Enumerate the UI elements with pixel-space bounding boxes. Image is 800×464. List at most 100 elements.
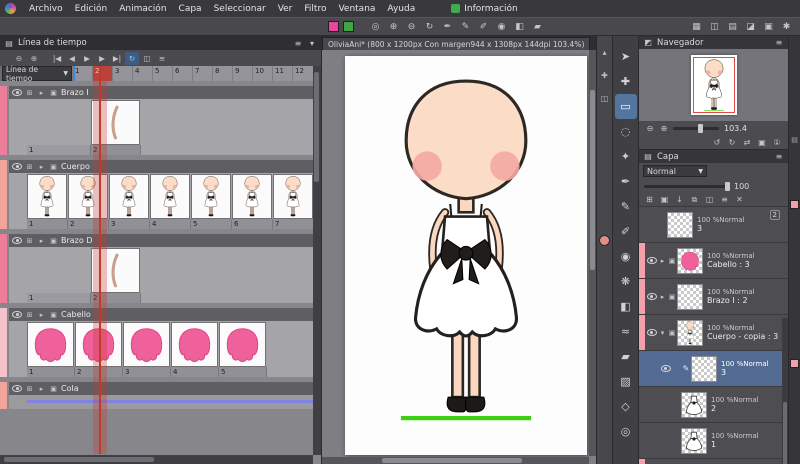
loop-icon[interactable]: ↻	[125, 52, 139, 65]
layer-row[interactable]: 100 %Normal1	[639, 423, 788, 459]
gradient-tool[interactable]: ▨	[615, 369, 637, 394]
playhead[interactable]	[99, 66, 101, 454]
animation-cel[interactable]: 1	[27, 173, 68, 229]
scrollbar-thumb[interactable]	[382, 458, 522, 463]
blend-mode-select[interactable]: Normal ▼	[643, 165, 707, 177]
timeline-zoom-out-icon[interactable]: ⊖	[12, 52, 26, 65]
move-tool[interactable]: ✚	[615, 69, 637, 94]
app-logo-icon[interactable]	[5, 3, 16, 14]
fit-to-screen-icon[interactable]: ▣	[756, 137, 768, 148]
close-icon[interactable]: ×	[589, 40, 590, 49]
actual-size-icon[interactable]: ①	[771, 137, 783, 148]
menu-item-ver[interactable]: Ver	[272, 2, 299, 16]
frame-cell-1[interactable]: 1	[72, 66, 92, 81]
layer-visibility-toggle[interactable]	[645, 293, 658, 300]
prev-frame-icon[interactable]: ◀	[65, 52, 79, 65]
airbrush-tool-icon[interactable]: ◉	[494, 20, 509, 34]
expand-arrow-icon[interactable]: ▸	[37, 311, 46, 319]
onion-skin-icon[interactable]: ◫	[140, 52, 154, 65]
blend-tool[interactable]: ≈	[615, 319, 637, 344]
menu-item-animacion[interactable]: Animación	[113, 2, 172, 16]
animation-cel[interactable]: 1	[27, 247, 91, 303]
go-to-start-icon[interactable]: |◀	[50, 52, 64, 65]
grid-icon[interactable]: ▤	[725, 20, 740, 34]
fill-tool-icon[interactable]: ▰	[530, 20, 545, 34]
frame-cell-11[interactable]: 11	[272, 66, 292, 81]
menu-item-archivo[interactable]: Archivo	[23, 2, 69, 16]
layer-row[interactable]: 100 %Normal32	[639, 207, 788, 243]
layer-visible-icon[interactable]	[12, 385, 22, 392]
timeline-zoom-in-icon[interactable]: ⊕	[27, 52, 41, 65]
new-folder-icon[interactable]: ▣	[658, 194, 671, 206]
document-tab[interactable]: OliviaAni* (800 x 1200px Con margen944 x…	[322, 37, 590, 50]
opacity-slider[interactable]	[644, 185, 730, 188]
expand-arrow-icon[interactable]: ▸	[37, 89, 46, 97]
zoom-slider-thumb[interactable]	[698, 124, 703, 133]
nav-zoom-out-icon[interactable]: ⊖	[644, 123, 656, 134]
eraser-tool-icon[interactable]: ◧	[512, 20, 527, 34]
rotate-left-icon[interactable]: ↺	[711, 137, 723, 148]
animation-cel[interactable]: 1	[27, 321, 75, 377]
layer-row[interactable]: 100 %Normal2	[639, 387, 788, 423]
marquee-tool[interactable]: ▭	[615, 94, 637, 119]
opacity-slider-thumb[interactable]	[725, 182, 730, 191]
menu-item-capa[interactable]: Capa	[173, 2, 208, 16]
pen-tool[interactable]: ✒	[615, 169, 637, 194]
menu-item-seleccionar[interactable]: Seleccionar	[208, 2, 272, 16]
canvas-page[interactable]	[345, 56, 587, 455]
frame-cell-12[interactable]: 12	[292, 66, 312, 81]
layer-visibility-toggle[interactable]	[645, 257, 658, 264]
animation-cel[interactable]: 7	[273, 173, 314, 229]
snap-icon[interactable]: ▦	[689, 20, 704, 34]
nav-zoom-in-icon[interactable]: ⊕	[658, 123, 670, 134]
merge-icon[interactable]: ≡	[718, 194, 731, 206]
timeline-horizontal-scrollbar[interactable]	[0, 455, 313, 464]
next-frame-icon[interactable]: ▶	[95, 52, 109, 65]
layer-visible-icon[interactable]	[12, 89, 22, 96]
zoom-tool-icon[interactable]: ◎	[368, 20, 383, 34]
frame-cell-6[interactable]: 6	[172, 66, 192, 81]
scrollbar-thumb[interactable]	[590, 90, 595, 270]
new-cel-icon[interactable]: ⊞	[25, 89, 34, 97]
brush-tool-icon[interactable]: ✐	[476, 20, 491, 34]
expand-arrow-icon[interactable]: ▸	[37, 163, 46, 171]
frame-cell-4[interactable]: 4	[132, 66, 152, 81]
timeline-collapse-icon[interactable]: ▾	[307, 38, 317, 48]
canvas-horizontal-scrollbar[interactable]	[322, 457, 589, 464]
folder-expand-icon[interactable]: ▾	[658, 329, 667, 337]
animation-cel[interactable]: 5	[191, 173, 232, 229]
animation-cel[interactable]: 1	[27, 99, 91, 155]
workspace-icon[interactable]: ▣	[761, 20, 776, 34]
frame-cell-3[interactable]: 3	[112, 66, 132, 81]
hand-tool-icon[interactable]: ✚	[601, 71, 608, 80]
track-header[interactable]: ⊞▸▣Cabello	[9, 308, 321, 321]
expand-arrow-icon[interactable]: ▸	[37, 237, 46, 245]
navigator-view-rect[interactable]	[693, 57, 735, 113]
current-color-swatch[interactable]	[599, 235, 610, 246]
color-swatch-green[interactable]	[343, 21, 354, 32]
frame-cell-9[interactable]: 9	[232, 66, 252, 81]
frame-cell-8[interactable]: 8	[212, 66, 232, 81]
play-icon[interactable]: ▶	[80, 52, 94, 65]
transfer-down-icon[interactable]: ↓	[673, 194, 686, 206]
layer-row[interactable]: ✎100 %Normal3	[639, 351, 788, 387]
animation-cel[interactable]: 3	[109, 173, 150, 229]
layer-mask-icon[interactable]: ◫	[703, 194, 716, 206]
new-cel-icon[interactable]: ⊞	[25, 311, 34, 319]
palette-color-swatch[interactable]	[790, 359, 799, 368]
menu-item-ventana[interactable]: Ventana	[332, 2, 381, 16]
menu-item-filtro[interactable]: Filtro	[298, 2, 332, 16]
rotate-view-icon[interactable]: ↻	[422, 20, 437, 34]
layer-scrollbar[interactable]	[782, 318, 788, 464]
material-tab-icon[interactable]: ▤	[791, 136, 798, 144]
animation-cel[interactable]: 3	[123, 321, 171, 377]
animation-cel[interactable]: 5	[219, 321, 267, 377]
menu-item-ayuda[interactable]: Ayuda	[381, 2, 421, 16]
folder-expand-icon[interactable]: ▸	[658, 257, 667, 265]
frame-cell-5[interactable]: 5	[152, 66, 172, 81]
timeline-menu-icon[interactable]: ≡	[293, 38, 303, 48]
canvas-viewport[interactable]	[322, 50, 596, 464]
layer-visibility-toggle[interactable]	[645, 329, 658, 336]
track-header[interactable]: ⊞▸▣Cuerpo	[9, 160, 321, 173]
magic-wand-tool[interactable]: ✦	[615, 144, 637, 169]
